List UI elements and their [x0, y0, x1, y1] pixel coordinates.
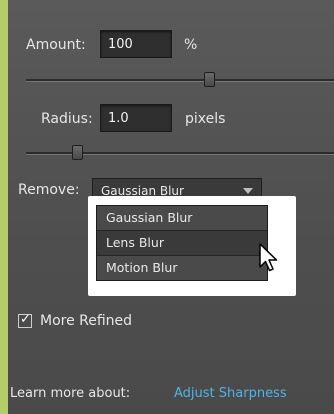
- learn-more-label: Learn more about:: [10, 386, 131, 401]
- remove-options-list: Gaussian Blur Lens Blur Motion Blur: [96, 205, 268, 281]
- amount-slider-thumb[interactable]: [204, 72, 215, 87]
- amount-slider-track[interactable]: [26, 79, 334, 82]
- more-refined-label[interactable]: More Refined: [40, 313, 132, 329]
- adjust-sharpness-link[interactable]: Adjust Sharpness: [174, 386, 287, 401]
- radius-slider-thumb[interactable]: [72, 145, 83, 160]
- amount-label: Amount:: [26, 37, 86, 53]
- option-motion-blur[interactable]: Motion Blur: [97, 256, 267, 280]
- remove-label: Remove:: [18, 182, 80, 198]
- mouse-pointer-icon: [259, 243, 278, 272]
- checkmark-icon: ✓: [20, 312, 31, 327]
- option-gaussian-blur[interactable]: Gaussian Blur: [97, 206, 267, 230]
- radius-label: Radius:: [41, 111, 93, 127]
- more-refined-checkbox[interactable]: ✓: [18, 312, 32, 328]
- chevron-down-icon: [243, 188, 253, 194]
- radius-unit-label: pixels: [185, 111, 226, 127]
- option-lens-blur[interactable]: Lens Blur: [97, 230, 267, 256]
- radius-input[interactable]: 1.0: [100, 104, 172, 132]
- amount-input[interactable]: 100: [100, 30, 172, 58]
- adjust-sharpness-panel: Amount: 100 % Radius: 1.0 pixels Remove:…: [8, 0, 334, 414]
- amount-unit-label: %: [184, 37, 198, 53]
